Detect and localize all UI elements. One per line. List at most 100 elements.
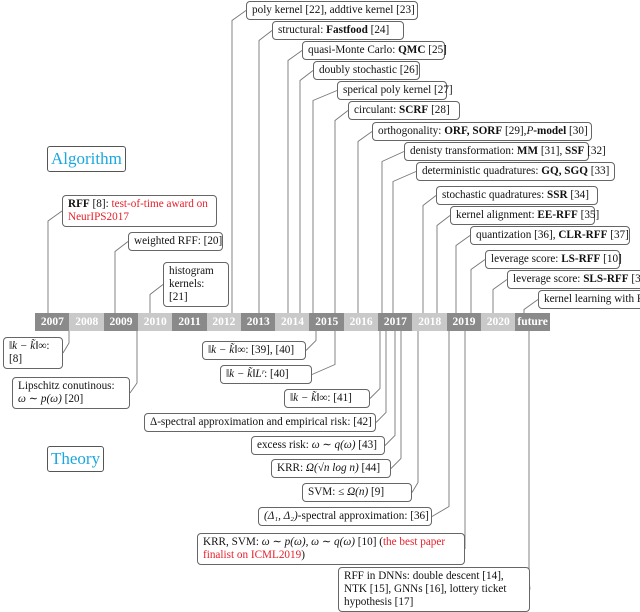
connector-line [528,331,531,590]
algorithm-milestone-box: deterministic quadratures: GQ, SGQ [33] [416,162,615,181]
milestone-text: [29], [502,125,527,137]
year-2019: 2019 [446,313,482,331]
milestone-text: : [41] [327,392,352,404]
connector-line [258,30,273,313]
algorithm-milestone-box: sperical poly kernel [27] [337,81,453,100]
method-name: CLR-RFF [558,229,608,241]
theory-milestone-box: ‖k − k̃‖Lʳ: [40] [220,365,312,384]
algorithm-milestone-box: leverage score: SLS-RFF [38] [507,270,640,289]
connector-line [436,215,451,313]
connector-line [62,331,70,354]
algorithm-milestone-box: doubly stochastic [26] [313,61,420,80]
milestone-text: denisty transformation: [410,145,517,157]
math-expression: ‖k − k̃‖∞ [208,344,246,356]
milestone-text: [35] [577,209,600,221]
theory-milestone-box: KRR, SVM: ω ∼ p(ω), ω ∼ q(ω) [10] (the b… [197,533,465,565]
year-2007: 2007 [35,313,70,331]
milestone-text: [8]: [89,198,112,210]
milestone-text: [38] [631,273,640,285]
milestone-text: leverage score: [491,253,562,265]
algorithm-milestone-box: quasi-Monte Carlo: QMC [25] [302,41,447,60]
method-name: ORF, SORF [444,125,503,137]
milestone-text: [32] [584,145,606,157]
year-2017: 2017 [378,313,413,331]
milestone-text: kernel learning with RFF [544,293,640,305]
method-name: GQ, SGQ [541,165,588,177]
milestone-text: poly kernel [22], addtive kernel [23] [252,4,415,16]
year-2013: 2013 [240,313,276,331]
connector-line [431,331,450,517]
milestone-text: [31], [538,145,566,157]
milestone-text: -spectral approximation: [36] [297,510,429,522]
theory-milestone-box: Δ-spectral approximation and empirical r… [144,413,376,432]
milestone-text: : [40] [264,368,289,380]
connector-line [455,235,471,313]
method-name: RFF [68,198,90,210]
year-2012: 2012 [206,313,242,331]
math-expression: Ω(√n log n) [305,462,359,474]
milestone-text: [20] [61,393,84,405]
milestone-text: doubly stochastic [26] [319,64,419,76]
method-name: SCRF [399,104,429,116]
connector-line [311,331,336,375]
year-2011: 2011 [172,313,207,331]
connector-line [492,279,508,313]
theory-milestone-box: ‖k − k̃‖∞: [39], [40] [202,341,306,360]
milestone-text: [10] ( [354,536,383,548]
method-name: QMC [398,44,426,56]
algorithm-milestone-box: quantization [36], CLR-RFF [37] [470,226,630,245]
milestone-text: [34] [567,189,589,201]
year-2009: 2009 [103,313,139,331]
milestone-text: RFF in DNNs: double descent [14], NTK [1… [344,570,507,608]
connector-line [231,10,247,313]
milestone-text: [9] [368,486,385,498]
milestone-text: SVM: [308,486,339,498]
theory-milestone-box: RFF in DNNs: double descent [14], NTK [1… [338,567,530,612]
method-name: SLS-RFF [583,273,629,285]
algorithm-milestone-box: kernel learning with RFF [538,290,640,309]
milestone-text: histogram kernels: [21] [169,265,214,303]
theory-milestone-box: KRR: Ω(√n log n) [44] [271,459,391,478]
connector-line [312,90,338,313]
connector-line [422,195,437,313]
connector-line [334,110,349,313]
milestone-text: kernel alignment: [456,209,538,221]
milestone-text: : [39], [40] [245,344,295,356]
milestone-text: [28] [428,104,450,116]
milestone-text: [37] [607,229,629,241]
milestone-text: stochastic quadratures: [442,189,548,201]
milestone-text: deterministic quadratures: [422,165,542,177]
milestone-text: KRR, SVM: [203,536,262,548]
math-expression: ‖k − k̃‖ [9,340,39,352]
connector-line [149,284,164,313]
milestone-text: structural: [278,24,327,36]
method-name: -model [533,125,567,137]
year-2014: 2014 [275,313,310,331]
algorithm-milestone-box: RFF [8]: test-of-time award on NeurIPS20… [62,195,217,227]
year-2008: 2008 [69,313,105,331]
algorithm-milestone-box: denisty transformation: MM [31], SSF [32… [404,142,606,161]
year-2020: 2020 [480,313,516,331]
algorithm-milestone-box: weighted RFF: [20] [128,232,223,251]
connector-line [523,299,539,313]
milestone-text: [24] [367,24,390,36]
algorithm-milestone-box: stochastic quadratures: SSR [34] [436,186,598,205]
connector-line [305,331,317,351]
milestone-text: [30] [566,125,588,137]
milestone-text: [43] [355,439,377,451]
theory-milestone-box: SVM: ≤ Ω(n) [9] [302,483,412,502]
connector-line [357,131,373,313]
milestone-text: [25] [425,44,447,56]
connector-line [392,171,417,313]
connector-line [375,331,387,423]
milestone-text: ) [301,549,305,561]
milestone-text: quantization [36], [476,229,559,241]
milestone-text: orthogonality: [378,125,445,137]
milestone-text: [33] [587,165,610,177]
milestone-text: circulant: [354,104,400,116]
math-expression: ‖k − k̃‖∞ [290,392,328,404]
math-expression: ω ∼ q(ω) [311,439,356,451]
method-name: SSR [547,189,568,201]
method-name: Fastfood [326,24,368,36]
milestone-text: sperical poly kernel [27] [343,84,453,96]
